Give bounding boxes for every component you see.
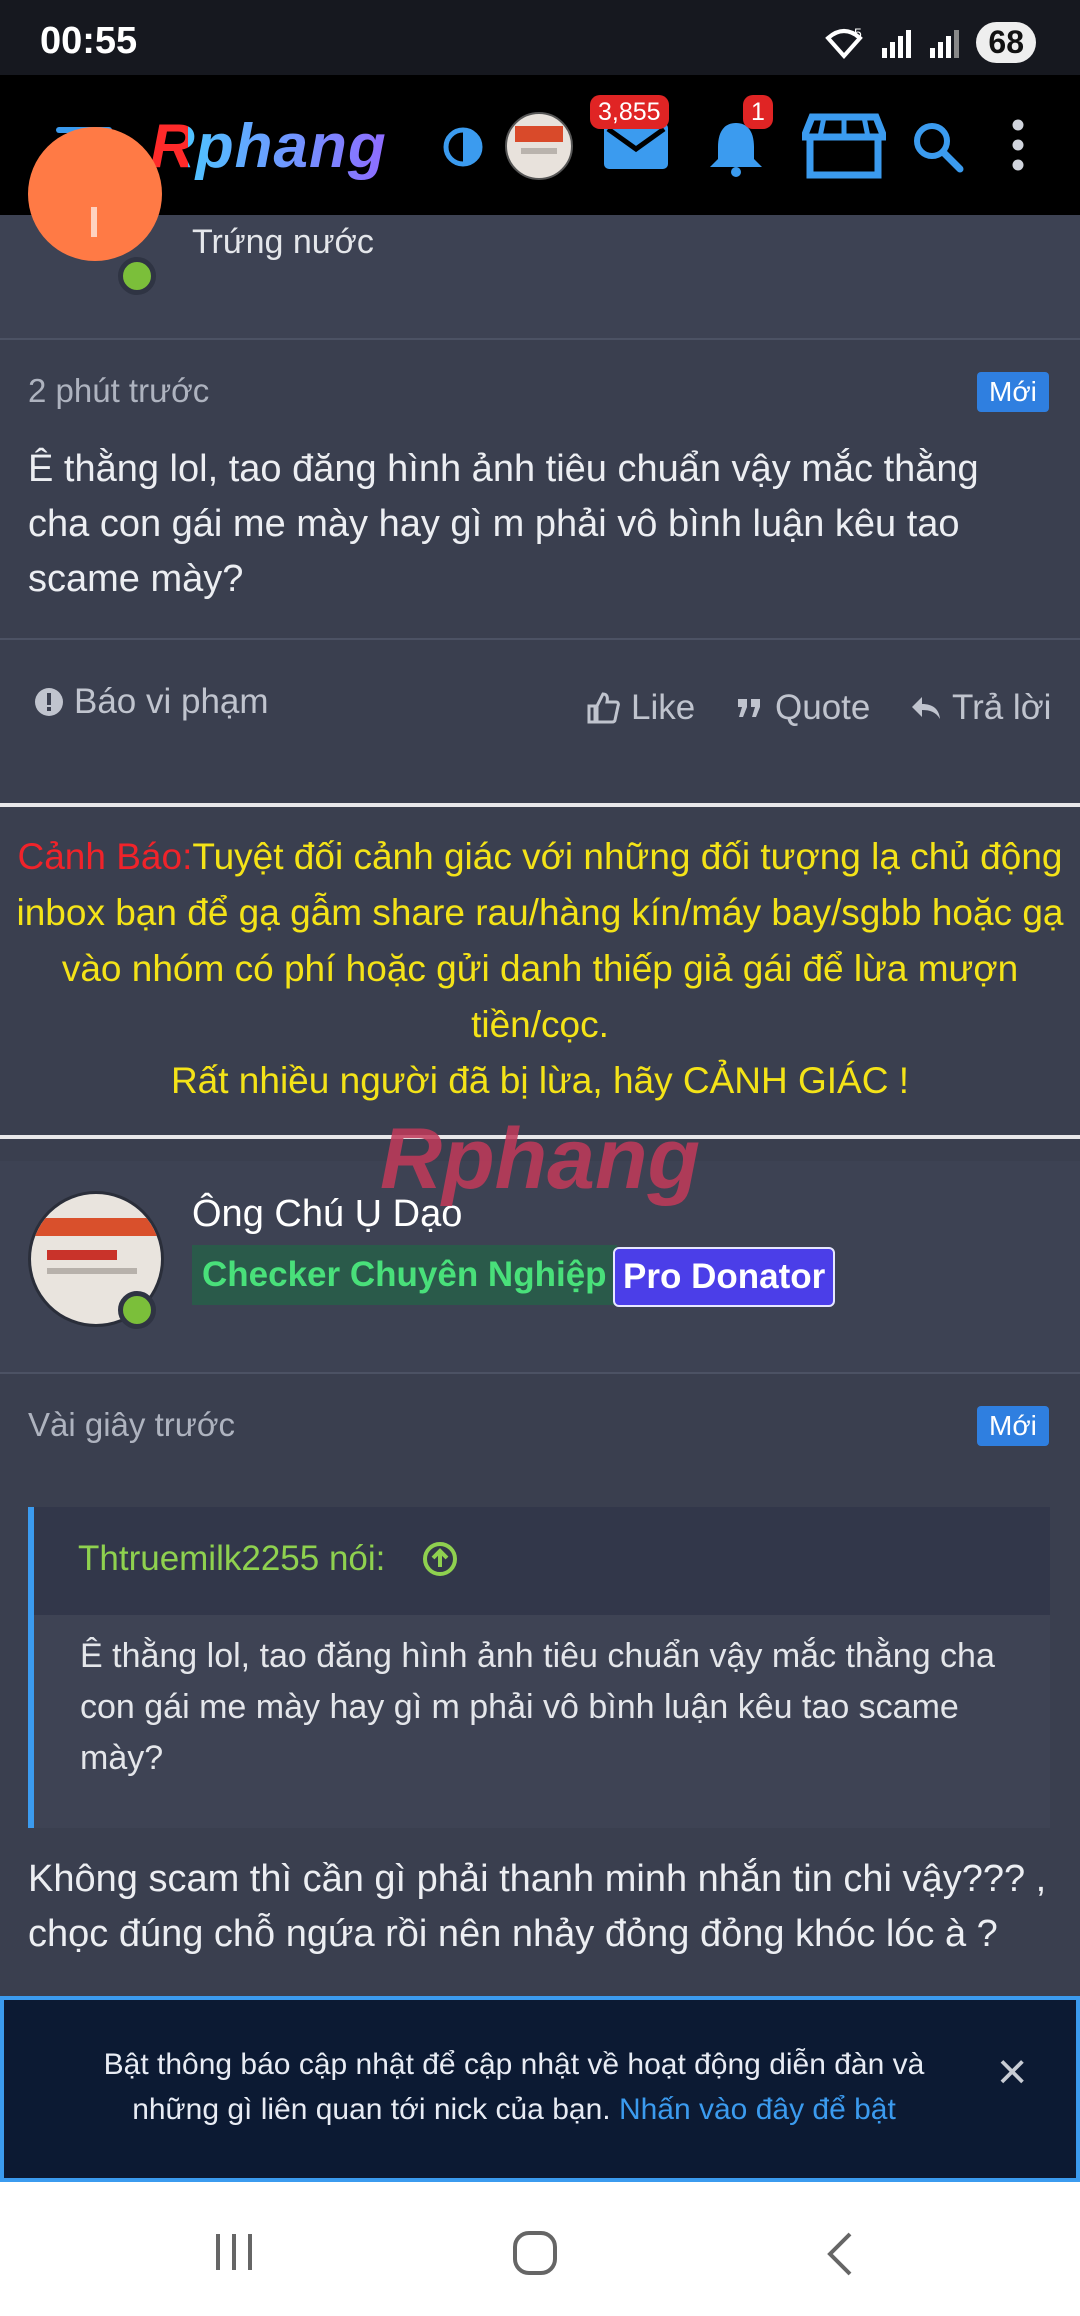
- mail-icon[interactable]: [604, 123, 668, 169]
- notification-banner: Bật thông báo cập nhật để cập nhật về ho…: [0, 1996, 1080, 2182]
- svg-text:5: 5: [854, 26, 862, 41]
- top-navigation: Rphang 3,855 1: [0, 75, 1080, 215]
- store-icon[interactable]: [802, 113, 886, 179]
- status-icons: 5 68: [822, 22, 1036, 63]
- search-icon[interactable]: [912, 121, 964, 173]
- signal-icon: [882, 29, 912, 58]
- warning-label: Cảnh Báo:: [17, 836, 193, 877]
- checker-badge: Checker Chuyên Nghiệp: [192, 1245, 617, 1305]
- arrow-up-circle-icon[interactable]: [422, 1541, 458, 1577]
- system-navigation-bar: [0, 2182, 1080, 2316]
- recent-apps-icon[interactable]: [212, 2232, 256, 2272]
- close-icon[interactable]: ×: [997, 2046, 1027, 2098]
- post-message: Không scam thì cần gì phải thanh minh nh…: [28, 1858, 1047, 1955]
- user-title: Trứng nước: [192, 223, 374, 261]
- thumbs-up-icon: [587, 692, 620, 724]
- report-label: Báo vi phạm: [74, 682, 269, 721]
- post1-body: 2 phút trước Mới Ê thằng lol, tao đăng h…: [0, 340, 1080, 638]
- post1-actions: Báo vi phạm Like Quote Trả lời: [0, 640, 1080, 772]
- theme-toggle-icon[interactable]: [443, 127, 483, 167]
- donator-badge: Pro Donator: [613, 1247, 836, 1307]
- post-message: Ê thằng lol, tao đăng hình ảnh tiêu chuẩ…: [28, 448, 979, 600]
- site-logo[interactable]: Rphang: [150, 111, 387, 182]
- back-icon[interactable]: [822, 2230, 856, 2278]
- warning-paragraph: Cảnh Báo:Tuyệt đối cảnh giác với những đ…: [0, 807, 1080, 1053]
- reply-icon: [912, 697, 940, 719]
- notification-enable-link[interactable]: Nhấn vào đây để bật: [619, 2093, 896, 2126]
- warning-text-2: Rất nhiều người đã bị lừa, hãy CẢNH GIÁC…: [170, 1060, 910, 1101]
- quote-block: Thtruemilk2255 nói: Ê thằng lol, tao đăn…: [28, 1507, 1050, 1828]
- quote-header[interactable]: Thtruemilk2255 nói:: [34, 1507, 1050, 1615]
- like-button[interactable]: Like: [585, 688, 695, 728]
- wifi-icon: 5: [825, 26, 864, 59]
- battery-indicator: 68: [976, 22, 1036, 63]
- messages-badge: 3,855: [590, 95, 669, 129]
- online-status-icon: [118, 1291, 156, 1329]
- more-icon[interactable]: [1010, 119, 1026, 171]
- notification-text-wrap: Bật thông báo cập nhật để cập nhật về ho…: [64, 2042, 964, 2132]
- home-icon[interactable]: [512, 2230, 558, 2276]
- watermark-logo: Rphang: [380, 1111, 701, 1207]
- quote-button[interactable]: Quote: [735, 688, 870, 728]
- post-time[interactable]: Vài giây trước: [28, 1406, 235, 1444]
- warning-notice: Cảnh Báo:Tuyệt đối cảnh giác với những đ…: [0, 803, 1080, 1139]
- quote-body: Ê thằng lol, tao đăng hình ảnh tiêu chuẩ…: [80, 1637, 995, 1777]
- status-time: 00:55: [40, 20, 138, 62]
- report-button[interactable]: Báo vi phạm: [34, 682, 269, 722]
- alerts-badge: 1: [743, 95, 773, 129]
- online-status-icon: [118, 257, 156, 295]
- new-badge: Mới: [977, 1406, 1049, 1446]
- post1-header: Trứng nước: [0, 127, 1080, 338]
- reply-button[interactable]: Trả lời: [910, 688, 1051, 728]
- quote-label: Quote: [775, 688, 871, 727]
- alert-icon: [35, 688, 63, 716]
- signal-icon-2: [930, 29, 960, 58]
- status-bar: 00:55 5 68: [0, 0, 1080, 75]
- new-badge: Mới: [977, 372, 1049, 412]
- avatar[interactable]: [505, 112, 573, 180]
- post1-avatar[interactable]: [28, 127, 162, 261]
- quote-author[interactable]: Thtruemilk2255 nói:: [78, 1539, 385, 1579]
- post-time[interactable]: 2 phút trước: [28, 372, 209, 410]
- like-label: Like: [631, 688, 696, 727]
- reply-label: Trả lời: [952, 688, 1052, 727]
- quote-icon: [738, 699, 760, 717]
